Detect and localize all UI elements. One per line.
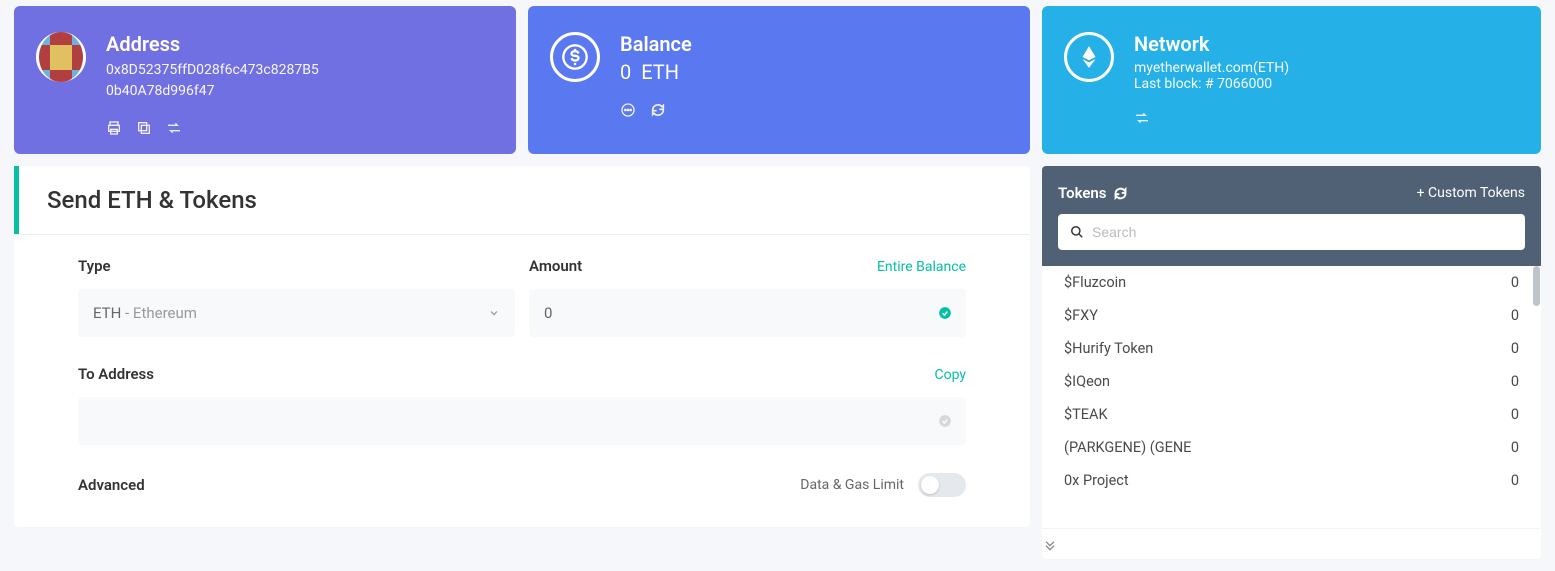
- token-name: $Fluzcoin: [1064, 274, 1126, 291]
- token-amount: 0: [1511, 472, 1519, 489]
- token-amount: 0: [1511, 340, 1519, 357]
- token-name: (PARKGENE) (GENE: [1064, 439, 1191, 456]
- token-name: $FXY: [1064, 307, 1098, 324]
- token-name: $Hurify Token: [1064, 340, 1153, 357]
- token-row[interactable]: $Fluzcoin 0: [1042, 266, 1541, 299]
- amount-input[interactable]: 0: [529, 289, 966, 337]
- balance-symbol: ETH: [641, 60, 679, 84]
- network-title: Network: [1134, 32, 1519, 56]
- to-address-label: To Address: [78, 365, 154, 383]
- type-label: Type: [78, 257, 111, 275]
- token-row[interactable]: $Hurify Token 0: [1042, 332, 1541, 365]
- refresh-icon[interactable]: [1113, 186, 1128, 201]
- chevron-down-icon: [488, 307, 500, 319]
- address-title: Address: [106, 32, 494, 56]
- check-circle-icon: [938, 306, 952, 320]
- copy-link[interactable]: Copy: [934, 367, 966, 383]
- address-identicon: [36, 32, 86, 82]
- token-name: $IQeon: [1064, 373, 1110, 390]
- copy-icon[interactable]: [136, 120, 152, 136]
- network-lastblock: Last block: # 7066000: [1134, 76, 1519, 92]
- type-value-main: ETH: [93, 304, 121, 322]
- scrollbar[interactable]: [1533, 266, 1540, 306]
- dollar-icon: [550, 32, 600, 82]
- type-select[interactable]: ETH - Ethereum: [78, 289, 515, 337]
- token-amount: 0: [1511, 406, 1519, 423]
- address-line-2: 0b40A78d996f47: [106, 81, 494, 102]
- token-row[interactable]: $FXY 0: [1042, 299, 1541, 332]
- refresh-icon[interactable]: [650, 102, 666, 118]
- ethereum-icon: [1064, 32, 1114, 82]
- swap-icon[interactable]: [1134, 110, 1150, 126]
- amount-label: Amount: [529, 257, 582, 275]
- custom-tokens-link[interactable]: + Custom Tokens: [1417, 185, 1525, 201]
- more-icon[interactable]: [620, 102, 636, 118]
- token-name: $TEAK: [1064, 406, 1108, 423]
- advanced-toggle[interactable]: [918, 473, 966, 497]
- address-card: Address 0x8D52375ffD028f6c473c8287B5 0b4…: [14, 6, 516, 154]
- token-amount: 0: [1511, 373, 1519, 390]
- type-value-sub: - Ethereum: [121, 304, 197, 322]
- token-amount: 0: [1511, 274, 1519, 291]
- network-card: Network myetherwallet.com(ETH) Last bloc…: [1042, 6, 1541, 154]
- expand-button[interactable]: [1042, 528, 1541, 559]
- entire-balance-link[interactable]: Entire Balance: [877, 259, 966, 275]
- send-panel-title: Send ETH & Tokens: [14, 166, 1030, 234]
- to-address-input[interactable]: [78, 397, 966, 445]
- token-row[interactable]: $TEAK 0: [1042, 398, 1541, 431]
- search-icon: [1070, 225, 1084, 239]
- print-icon[interactable]: [106, 120, 122, 136]
- token-amount: 0: [1511, 439, 1519, 456]
- send-panel: Send ETH & Tokens Type ETH - Ethereum: [14, 166, 1030, 527]
- token-name: 0x Project: [1064, 472, 1129, 489]
- tokens-list: $Fluzcoin0$FXY0$Hurify Token0$IQeon0$TEA…: [1042, 266, 1541, 528]
- balance-card: Balance 0 ETH: [528, 6, 1030, 154]
- token-amount: 0: [1511, 307, 1519, 324]
- advanced-label: Advanced: [78, 476, 145, 494]
- tokens-title: Tokens: [1058, 184, 1107, 202]
- token-row[interactable]: $IQeon 0: [1042, 365, 1541, 398]
- token-row[interactable]: 0x Project 0: [1042, 464, 1541, 497]
- balance-title: Balance: [620, 32, 1008, 56]
- balance-value: 0: [620, 60, 631, 84]
- address-line-1: 0x8D52375ffD028f6c473c8287B5: [106, 60, 494, 81]
- tokens-search[interactable]: [1058, 214, 1525, 250]
- check-circle-icon: [938, 414, 952, 428]
- swap-icon[interactable]: [166, 120, 182, 136]
- amount-value: 0: [544, 304, 552, 322]
- gas-limit-label: Data & Gas Limit: [800, 477, 904, 493]
- tokens-search-input[interactable]: [1092, 224, 1513, 240]
- token-row[interactable]: (PARKGENE) (GENE 0: [1042, 431, 1541, 464]
- network-provider: myetherwallet.com(ETH): [1134, 60, 1519, 76]
- tokens-panel: Tokens + Custom Tokens $Fluzcoin0$FXY0$H…: [1042, 166, 1541, 559]
